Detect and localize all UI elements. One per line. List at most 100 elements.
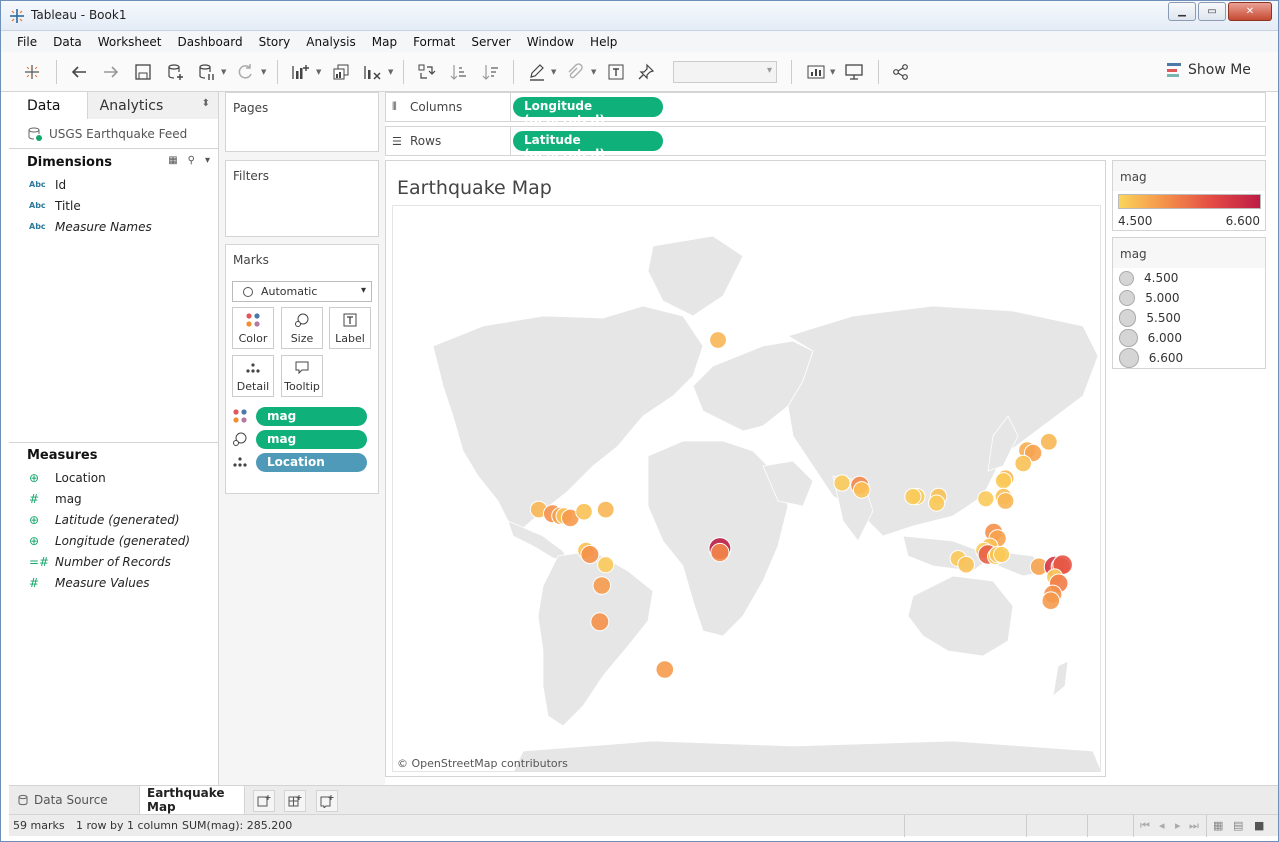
new-dashboard-tab-button[interactable] <box>284 790 306 812</box>
tableau-start-button[interactable] <box>20 60 44 84</box>
group-members-button[interactable] <box>562 60 586 84</box>
earthquake-mark[interactable] <box>590 612 610 632</box>
menu-server[interactable]: Server <box>463 35 518 49</box>
rows-shelf[interactable]: ☰ Rows Latitude (generated) <box>385 126 1266 161</box>
last-page-icon[interactable]: ⏭ <box>1189 819 1199 833</box>
fix-axes-button[interactable] <box>634 60 658 84</box>
size-button[interactable]: Size <box>281 307 323 349</box>
columns-shelf[interactable]: ⦀ Columns Longitude (generated) <box>385 92 1266 127</box>
chevron-down-icon[interactable]: ▼ <box>221 68 226 76</box>
previous-page-icon[interactable]: ◂ <box>1159 819 1165 832</box>
measure-field[interactable]: ⊕ Location <box>9 467 218 488</box>
detail-pill-location[interactable]: Location <box>256 452 367 472</box>
share-button[interactable] <box>889 60 913 84</box>
earthquake-mark[interactable] <box>993 545 1011 564</box>
menu-analysis[interactable]: Analysis <box>298 35 363 49</box>
earthquake-mark[interactable] <box>597 556 615 574</box>
earthquake-mark[interactable] <box>957 555 975 574</box>
earthquake-mark[interactable] <box>928 494 946 512</box>
earthquake-mark[interactable] <box>833 474 851 492</box>
mark-type-dropdown[interactable]: Automatic <box>232 281 372 302</box>
minimize-button[interactable]: ▁ <box>1168 2 1196 21</box>
label-button[interactable]: Label <box>329 307 371 349</box>
new-worksheet-tab-button[interactable] <box>253 790 275 812</box>
menu-worksheet[interactable]: Worksheet <box>90 35 170 49</box>
grid-view-icon[interactable]: ▦ <box>1213 819 1223 832</box>
tooltip-button[interactable]: Tooltip <box>281 355 323 397</box>
sheet-tab-earthquake-map[interactable]: Earthquake Map <box>139 786 245 814</box>
presentation-mode-button[interactable] <box>842 60 866 84</box>
size-legend-item[interactable]: 5.000 <box>1113 288 1265 308</box>
view-list-icon[interactable]: ▦ <box>168 155 177 166</box>
data-source-item[interactable]: USGS Earthquake Feed <box>9 119 218 149</box>
next-page-icon[interactable]: ▸ <box>1175 819 1181 832</box>
columns-pill[interactable]: Longitude (generated) <box>513 97 663 127</box>
menu-dashboard[interactable]: Dashboard <box>169 35 250 49</box>
dimension-field[interactable]: Abc Measure Names <box>9 216 218 237</box>
earthquake-mark[interactable] <box>996 492 1015 510</box>
maximize-button[interactable]: ▭ <box>1198 2 1226 21</box>
menu-story[interactable]: Story <box>251 35 299 49</box>
undo-button[interactable] <box>67 60 91 84</box>
earthquake-mark[interactable] <box>596 500 615 519</box>
chevron-down-icon[interactable]: ▼ <box>591 68 596 76</box>
menu-window[interactable]: Window <box>519 35 582 49</box>
earthquake-mark[interactable] <box>1039 432 1058 451</box>
redo-button[interactable] <box>99 60 123 84</box>
earthquake-mark[interactable] <box>1014 454 1033 473</box>
highlight-button[interactable] <box>525 60 549 84</box>
earthquake-mark[interactable] <box>710 542 730 563</box>
new-worksheet-button[interactable] <box>288 60 312 84</box>
earthquake-mark[interactable] <box>580 545 600 564</box>
dimension-field[interactable]: Abc Title <box>9 195 218 216</box>
size-legend-item[interactable]: 5.500 <box>1113 308 1265 328</box>
size-pill-mag[interactable]: mag <box>256 429 367 449</box>
detail-button[interactable]: Detail <box>232 355 274 397</box>
show-mark-labels-button[interactable] <box>604 60 628 84</box>
first-page-icon[interactable]: ⏮ <box>1140 819 1150 833</box>
earthquake-mark[interactable] <box>655 660 675 679</box>
duplicate-sheet-button[interactable] <box>329 60 353 84</box>
menu-data[interactable]: Data <box>45 35 90 49</box>
tab-view-icon[interactable]: ■ <box>1254 819 1264 832</box>
map-attribution[interactable]: © OpenStreetMap contributors <box>397 757 568 770</box>
sort-descending-button[interactable] <box>479 60 503 84</box>
earthquake-mark[interactable] <box>852 481 871 499</box>
earthquake-mark[interactable] <box>592 576 612 595</box>
search-icon[interactable]: ⚲ <box>188 155 195 166</box>
measure-field[interactable]: ⊕ Longitude (generated) <box>9 530 218 551</box>
new-data-source-button[interactable] <box>163 60 187 84</box>
pause-updates-button[interactable] <box>194 60 218 84</box>
chevron-down-icon[interactable]: ▼ <box>551 68 556 76</box>
color-button[interactable]: Color <box>232 307 274 349</box>
chevron-down-icon[interactable]: ▼ <box>830 68 835 76</box>
measure-field[interactable]: # mag <box>9 488 218 509</box>
size-legend[interactable]: mag 4.500 5.000 5.500 6.000 6.600 <box>1112 237 1266 369</box>
filters-card[interactable]: Filters <box>225 160 379 237</box>
refresh-button[interactable] <box>233 60 257 84</box>
size-legend-item[interactable]: 6.000 <box>1113 328 1265 348</box>
chevron-down-icon[interactable]: ▼ <box>388 68 393 76</box>
menu-help[interactable]: Help <box>582 35 625 49</box>
dimension-field[interactable]: Abc Id <box>9 174 218 195</box>
world-map[interactable] <box>393 206 1101 772</box>
chevron-down-icon[interactable]: ▾ <box>205 155 210 166</box>
data-source-tab[interactable]: Data Source <box>17 786 137 814</box>
earthquake-mark[interactable] <box>1041 591 1061 611</box>
new-story-tab-button[interactable] <box>316 790 338 812</box>
show-me-button[interactable]: Show Me <box>1167 62 1251 78</box>
size-legend-item[interactable]: 6.600 <box>1113 348 1265 368</box>
menu-format[interactable]: Format <box>405 35 463 49</box>
measure-field[interactable]: # Measure Values <box>9 572 218 593</box>
sort-ascending-button[interactable] <box>447 60 471 84</box>
tab-analytics[interactable]: Analytics <box>86 92 218 119</box>
viz-title[interactable]: Earthquake Map <box>397 177 552 199</box>
rows-pill[interactable]: Latitude (generated) <box>513 131 663 161</box>
fit-dropdown[interactable] <box>673 61 777 83</box>
swap-rows-columns-button[interactable] <box>414 60 438 84</box>
map-view[interactable] <box>392 205 1101 772</box>
menu-map[interactable]: Map <box>364 35 405 49</box>
menu-file[interactable]: File <box>9 35 45 49</box>
tab-data[interactable]: Data <box>9 92 87 119</box>
chevron-down-icon[interactable]: ▼ <box>316 68 321 76</box>
